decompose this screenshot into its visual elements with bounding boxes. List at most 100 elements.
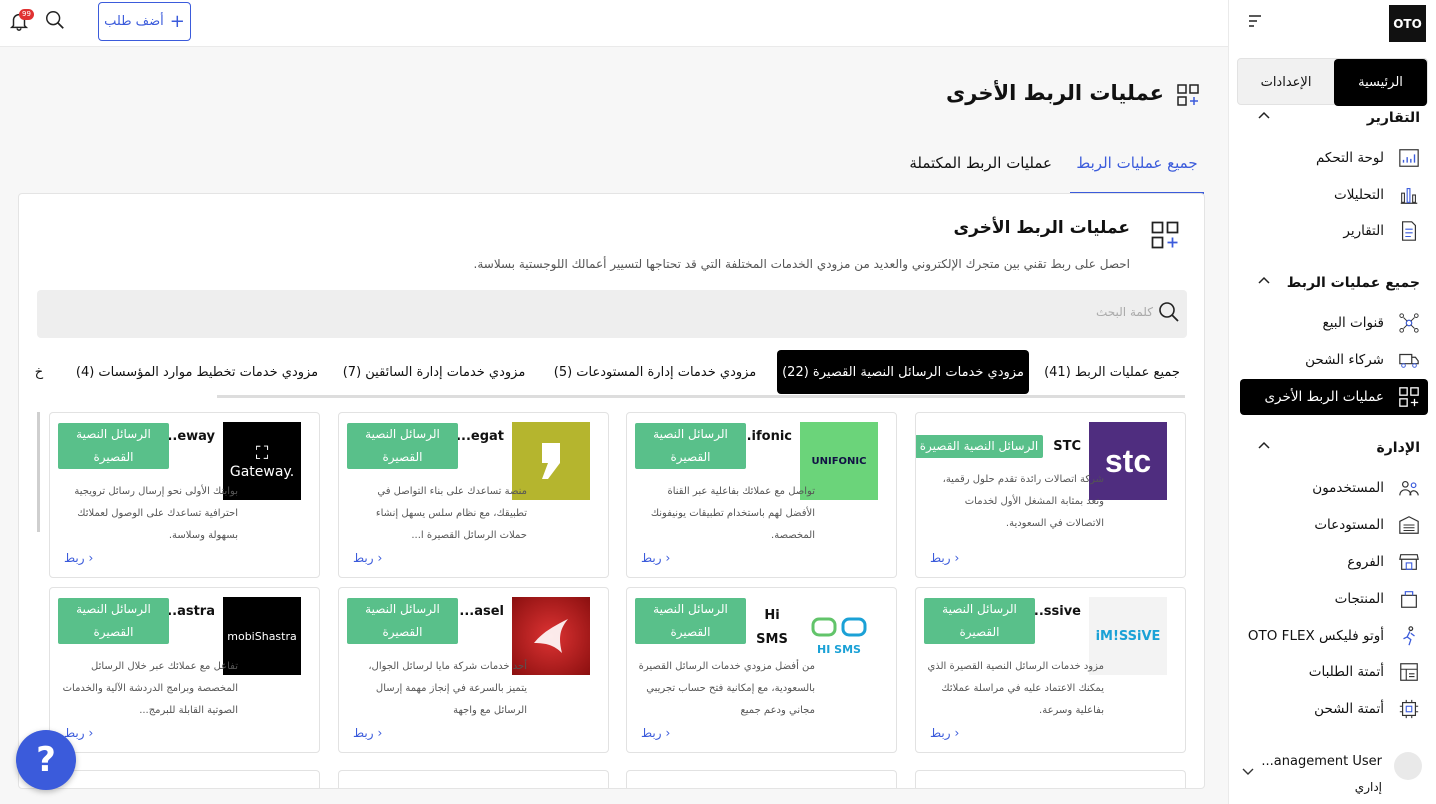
filter-warehouse[interactable]: مزودي خدمات إدارة المستودعات (5) [549, 350, 761, 394]
connect-link[interactable]: ‹ ربط [930, 551, 959, 565]
sidebar-item-reports[interactable]: التقارير [1240, 213, 1428, 249]
filter-erp[interactable]: مزودي خدمات تخطيط موارد المؤسسات (4) [75, 350, 319, 394]
connect-link[interactable]: ‹ ربط [64, 551, 93, 565]
main-content: عمليات الربط الأخرى جميع عمليات الربط عم… [0, 47, 1228, 804]
provider-card-partial[interactable] [49, 770, 320, 788]
sidebar-item-dashboard[interactable]: لوحة التحكم [1240, 140, 1428, 176]
connect-link[interactable]: ‹ ربط [930, 726, 959, 740]
filter-drivers[interactable]: مزودي خدمات إدارة السائقين (7) [339, 350, 529, 394]
menu-toggle-icon[interactable] [1247, 14, 1263, 28]
search-icon[interactable] [44, 9, 66, 31]
provider-description: منصة تساعدك على بناء التواصل في تطبيقك، … [375, 486, 527, 541]
top-bar: 99 + أضف طلب [0, 0, 1228, 47]
provider-tag: الرسائل النصية القصيرة [58, 423, 169, 469]
provider-card-imissive[interactable]: iM!SSiVE ...ssive الرسائل النصية القصيرة… [915, 587, 1186, 753]
provider-description: من أفضل مزودي خدمات الرسائل القصيرة بالس… [638, 661, 815, 716]
oto-logo[interactable]: OTO [1389, 5, 1426, 42]
chevron-up-icon[interactable] [1257, 275, 1271, 285]
integrations-icon [1398, 386, 1420, 408]
sidebar-item-shipping-partners[interactable]: شركاء الشحن [1240, 342, 1428, 378]
tab-all-integrations[interactable]: جميع عمليات الربط [1070, 154, 1204, 194]
sidebar-item-branches[interactable]: الفروع [1240, 544, 1428, 580]
add-order-button[interactable]: + أضف طلب [98, 2, 191, 41]
search-input[interactable]: كلمة البحث [37, 290, 1187, 338]
section-management-title[interactable]: الإدارة [1376, 440, 1420, 456]
tab-completed-integrations[interactable]: عمليات الربط المكتملة [909, 154, 1052, 172]
connect-link[interactable]: ‹ ربط [641, 726, 670, 740]
provider-tag: الرسائل النصية القصيرة [347, 423, 458, 469]
chevron-left-icon: ‹ [665, 551, 671, 565]
sidebar: OTO الرئيسية الإعدادات التقارير لوحة الت… [1228, 0, 1436, 804]
sidebar-item-other-integrations[interactable]: عمليات الربط الأخرى [1240, 379, 1428, 415]
sidebar-item-products[interactable]: المنتجات [1240, 581, 1428, 617]
chevron-left-icon: ‹ [377, 726, 383, 740]
sidebar-item-warehouses[interactable]: المستودعات [1240, 507, 1428, 543]
warehouse-icon [1398, 514, 1420, 536]
sidebar-item-shipping-automation[interactable]: أتمتة الشحن [1240, 691, 1428, 727]
connect-link[interactable]: ‹ ربط [353, 551, 382, 565]
help-button[interactable]: ? [16, 730, 76, 790]
provider-card-gateway[interactable]: ⛶ Gateway. ...eway الرسائل النصية القصيرة… [49, 412, 320, 578]
card-description: احصل على ربط تقني بين متجرك الإلكتروني و… [473, 257, 1130, 271]
provider-description: مزود خدمات الرسائل النصية القصيرة الذي ي… [927, 661, 1104, 716]
provider-description: شركة اتصالات رائدة تقدم حلول رقمية، وتعد… [942, 474, 1104, 529]
user-profile[interactable]: ...anagement User إداري [1228, 744, 1436, 804]
mode-switch: الرئيسية الإعدادات [1237, 58, 1428, 106]
home-segment[interactable]: الرئيسية [1334, 59, 1427, 106]
chevron-down-icon[interactable] [1242, 768, 1254, 776]
section-integrations-title[interactable]: جميع عمليات الربط [1287, 275, 1420, 291]
shipping-truck-icon [1398, 349, 1420, 371]
chevron-up-icon[interactable] [1257, 440, 1271, 450]
chevron-left-icon: ‹ [954, 551, 960, 565]
flex-icon [1398, 625, 1420, 647]
filter-scrollbar[interactable] [217, 395, 1185, 398]
provider-card-partial[interactable] [338, 770, 609, 788]
provider-tag: الرسائل النصية القصيرة [916, 435, 1043, 458]
plus-icon: + [169, 10, 185, 32]
provider-card-hisms[interactable]: HI SMS Hi SMS الرسائل النصية القصيرة من … [626, 587, 897, 753]
provider-description: تواصل مع عملائك بفاعلية عبر القناة الأفض… [650, 486, 815, 541]
integrations-icon [1176, 83, 1200, 107]
provider-card-unifonic[interactable]: UNIFONIC ...ifonic الرسائل النصية القصير… [626, 412, 897, 578]
filter-more[interactable]: خ [29, 350, 49, 394]
chevron-left-icon: ‹ [954, 726, 960, 740]
connect-link[interactable]: ‹ ربط [64, 726, 93, 740]
dashboard-icon [1398, 147, 1420, 169]
provider-card-mobishastra[interactable]: mobiShastra ...astra الرسائل النصية القص… [49, 587, 320, 753]
provider-card-msegat[interactable]: ...egat الرسائل النصية القصيرة منصة تساع… [338, 412, 609, 578]
provider-tag: الرسائل النصية القصيرة [924, 598, 1035, 644]
provider-tag: الرسائل النصية القصيرة [58, 598, 169, 644]
provider-card-stc[interactable]: stc STC الرسائل النصية القصيرة شركة اتصا… [915, 412, 1186, 578]
provider-card-partial[interactable] [915, 770, 1186, 788]
filter-all[interactable]: جميع عمليات الربط (41) [1039, 350, 1185, 394]
chevron-left-icon: ‹ [377, 551, 383, 565]
provider-name: ...eway [162, 429, 216, 444]
search-icon [1157, 300, 1181, 324]
sidebar-item-users[interactable]: المستخدمون [1240, 470, 1428, 506]
sidebar-item-order-automation[interactable]: أتمتة الطلبات [1240, 654, 1428, 690]
chevron-up-icon[interactable] [1257, 110, 1271, 120]
sidebar-item-oto-flex[interactable]: أوتو فليكس OTO FLEX [1240, 618, 1428, 654]
chevron-left-icon: ‹ [88, 726, 94, 740]
analytics-icon [1398, 184, 1420, 206]
provider-name: STC [1053, 439, 1081, 454]
sidebar-item-sales-channels[interactable]: قنوات البيع [1240, 305, 1428, 341]
provider-description: بوابتك الأولى نحو إرسال رسائل ترويجية اح… [74, 486, 238, 541]
chevron-left-icon: ‹ [88, 551, 94, 565]
connect-link[interactable]: ‹ ربط [641, 551, 670, 565]
provider-name: ...asel [459, 604, 504, 619]
sidebar-item-analytics[interactable]: التحليلات [1240, 177, 1428, 213]
provider-tag: الرسائل النصية القصيرة [635, 598, 746, 644]
integrations-card: عمليات الربط الأخرى احصل على ربط تقني بي… [18, 193, 1205, 789]
section-reports-title[interactable]: التقارير [1367, 110, 1420, 126]
sales-channels-icon [1398, 312, 1420, 334]
provider-card-morasel[interactable]: ...asel الرسائل النصية القصيرة أحد خدمات… [338, 587, 609, 753]
provider-card-partial[interactable] [626, 770, 897, 788]
grid-scrollbar[interactable] [37, 412, 40, 532]
connect-link[interactable]: ‹ ربط [353, 726, 382, 740]
filter-sms[interactable]: مزودي خدمات الرسائل النصية القصيرة (22) [777, 350, 1029, 394]
report-icon [1398, 220, 1420, 242]
tab-bar: جميع عمليات الربط عمليات الربط المكتملة [0, 144, 1228, 194]
user-name: ...anagement User [1261, 754, 1382, 769]
settings-segment[interactable]: الإعدادات [1238, 59, 1334, 106]
